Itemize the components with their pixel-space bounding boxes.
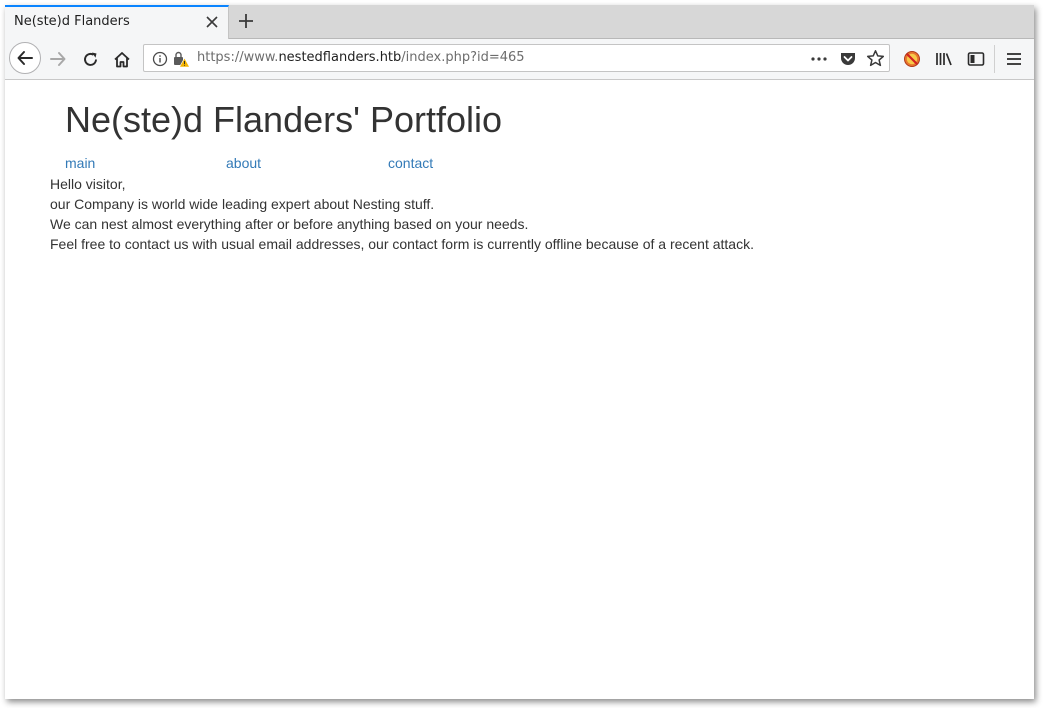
nav-link-main[interactable]: main [65, 155, 95, 171]
url-bar[interactable]: https://www.nestedflanders.htb/index.php… [143, 44, 890, 72]
insecure-lock-icon[interactable] [172, 50, 191, 72]
blocked-extension-icon[interactable] [901, 48, 923, 70]
nav-link-contact[interactable]: contact [388, 155, 433, 171]
close-icon[interactable] [204, 14, 220, 30]
reload-icon[interactable] [79, 48, 101, 70]
page-content: Ne(ste)d Flanders' Portfolio main about … [5, 80, 1034, 699]
page-title: Ne(ste)d Flanders' Portfolio [65, 99, 503, 140]
hamburger-menu-icon[interactable] [1003, 48, 1025, 70]
forward-arrow-icon[interactable] [47, 48, 69, 70]
url-text: https://www.nestedflanders.htb/index.php… [197, 50, 525, 65]
nav-link-about[interactable]: about [226, 155, 261, 171]
contact-note-text: Feel free to contact us with usual email… [50, 236, 754, 252]
more-dots-icon[interactable] [810, 51, 828, 71]
url-host: nestedflanders.htb [278, 50, 402, 65]
tab-title: Ne(ste)d Flanders [14, 14, 130, 29]
sidebar-icon[interactable] [965, 48, 987, 70]
star-icon[interactable] [866, 49, 885, 72]
url-path: /index.php?id=465 [401, 50, 525, 65]
back-arrow-icon[interactable] [9, 42, 41, 74]
intro-text: our Company is world wide leading expert… [50, 196, 435, 212]
library-icon[interactable] [933, 48, 955, 70]
url-scheme: https://www. [197, 50, 279, 65]
plus-icon[interactable] [236, 11, 256, 31]
tab-active[interactable]: Ne(ste)d Flanders [5, 5, 229, 39]
tab-strip: Ne(ste)d Flanders [5, 5, 1034, 39]
nav-toolbar: https://www.nestedflanders.htb/index.php… [5, 39, 1034, 80]
pocket-icon[interactable] [839, 50, 857, 72]
toolbar-divider [994, 45, 995, 73]
services-text: We can nest almost everything after or b… [50, 216, 529, 232]
info-icon[interactable] [152, 51, 168, 71]
browser-window: Ne(ste)d Flanders https://www.nestedflan… [5, 5, 1034, 699]
home-icon[interactable] [111, 48, 133, 70]
greeting-text: Hello visitor, [50, 176, 126, 192]
